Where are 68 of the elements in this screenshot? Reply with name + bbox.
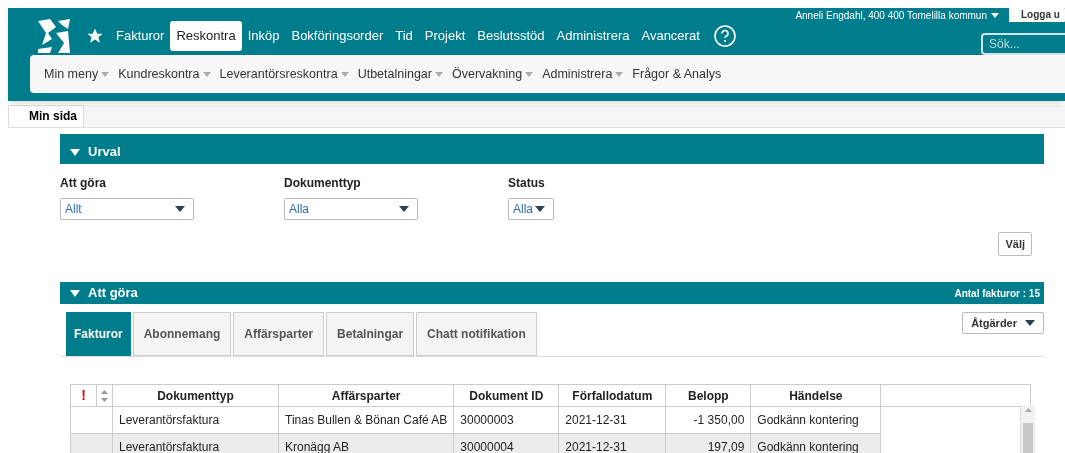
column-header[interactable]: Dokumenttyp: [112, 384, 279, 407]
menu-tab[interactable]: Administrera: [550, 21, 636, 51]
submenu-item[interactable]: Leverantörsreskontra: [219, 64, 349, 84]
logo-icon[interactable]: [38, 19, 72, 53]
field-label: Status: [508, 175, 546, 192]
caret-icon: [435, 71, 443, 77]
caret-icon: [340, 71, 349, 77]
choose-button[interactable]: Välj: [998, 232, 1032, 256]
tab[interactable]: Affärsparter: [233, 312, 325, 356]
menu-tab[interactable]: Fakturor: [110, 21, 171, 51]
submenu-item[interactable]: Utbetalningar: [357, 64, 443, 84]
menu-tab[interactable]: Projekt: [418, 21, 472, 51]
menu-tab[interactable]: Beslutsstöd: [471, 21, 551, 51]
scrollbar[interactable]: [1020, 405, 1035, 453]
field-label: Att göra: [60, 175, 107, 192]
help-icon[interactable]: [713, 25, 736, 47]
caret-icon: [525, 71, 534, 77]
menu-tab[interactable]: Avancerat: [635, 21, 706, 51]
collapse-icon: [70, 149, 80, 156]
sort-header[interactable]: [96, 384, 113, 407]
caret-icon: [1025, 320, 1035, 326]
logout-button[interactable]: Logga u: [1009, 8, 1065, 22]
table-cell: 2021-12-31: [558, 406, 666, 434]
submenu-item[interactable]: Frågor & Analys: [632, 64, 722, 84]
menu-tab[interactable]: Tid: [389, 21, 419, 51]
user-menu[interactable]: Anneli Engdahl, 400 400 Tomelilla kommun: [795, 7, 999, 23]
submenu-item[interactable]: Administrera: [542, 64, 624, 84]
caret-icon: [399, 206, 409, 212]
caret-icon: [991, 12, 999, 18]
dropdown[interactable]: Alla: [508, 198, 554, 220]
caret-icon: [535, 206, 545, 212]
page-tab[interactable]: Min sida: [8, 105, 84, 128]
caret-icon: [202, 71, 211, 77]
dropdown[interactable]: Alla: [284, 198, 418, 220]
menu-tab[interactable]: Reskontra: [170, 21, 242, 51]
caret-icon: [175, 206, 185, 212]
submenu-item[interactable]: Övervakning: [452, 64, 534, 84]
caret-icon: [615, 71, 624, 77]
menu-tab[interactable]: Inköp: [241, 21, 286, 51]
star-icon[interactable]: [86, 27, 104, 45]
caret-icon: [101, 71, 110, 77]
tab[interactable]: Abonnemang: [132, 312, 232, 356]
search-field[interactable]: Sök...: [981, 33, 1065, 55]
column-header[interactable]: Händelse: [750, 384, 881, 407]
table-cell: -1 350,00: [665, 406, 751, 434]
tab[interactable]: Betalningar: [326, 312, 415, 356]
section-title[interactable]: Att göra: [88, 282, 138, 302]
table-cell: Godkänn kontering: [750, 406, 881, 434]
section-header[interactable]: Urval: [60, 134, 1044, 164]
table-cell: Tinas Bullen & Bönan Café AB: [278, 406, 454, 434]
column-header[interactable]: Dokument ID: [453, 384, 559, 407]
flag-header: !: [70, 384, 97, 407]
tab[interactable]: Chatt notifikation: [416, 312, 537, 356]
submenu-item[interactable]: Kundreskontra: [118, 64, 211, 84]
actions-button[interactable]: Åtgärder: [962, 312, 1044, 334]
table-cell: 30000003: [453, 406, 559, 434]
submenu-item[interactable]: Min meny: [44, 64, 110, 84]
column-header[interactable]: Affärsparter: [278, 384, 454, 407]
invoice-count: Antal fakturor : 15: [954, 287, 1040, 301]
column-header[interactable]: Belopp: [665, 384, 751, 407]
tab[interactable]: Fakturor: [66, 312, 131, 356]
table-cell: Leverantörsfaktura: [112, 406, 279, 434]
field-label: Dokumenttyp: [284, 175, 362, 192]
dropdown[interactable]: Allt: [60, 198, 194, 220]
sort-icon[interactable]: [100, 388, 109, 403]
column-header[interactable]: Förfallodatum: [558, 384, 666, 407]
menu-tab[interactable]: Bokföringsorder: [285, 21, 390, 51]
collapse-icon: [70, 290, 80, 297]
